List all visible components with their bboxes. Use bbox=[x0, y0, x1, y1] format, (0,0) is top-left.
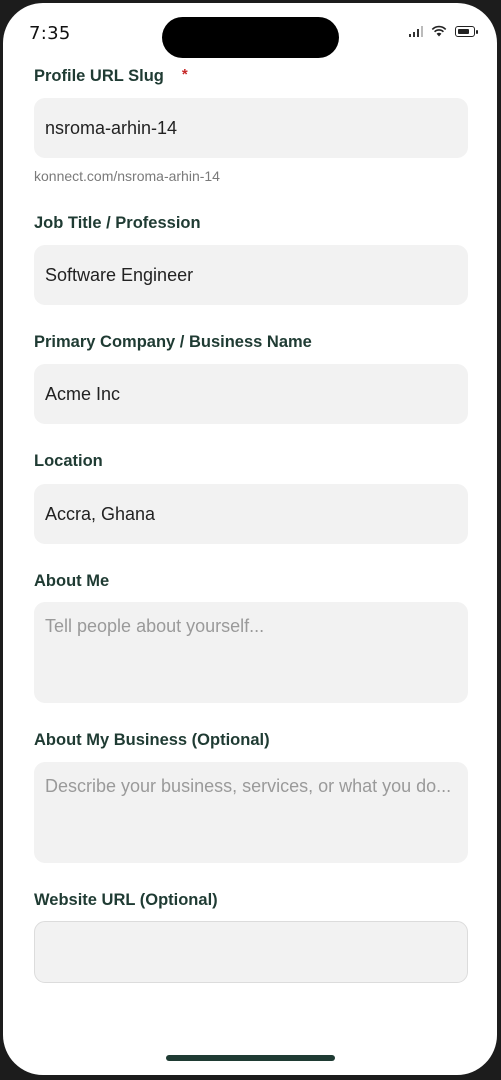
job-title-input[interactable]: Software Engineer bbox=[34, 245, 468, 305]
website-label: Website URL (Optional) bbox=[34, 891, 218, 909]
profile-slug-label: Profile URL Slug * bbox=[34, 66, 188, 86]
about-business-label: About My Business (Optional) bbox=[34, 731, 270, 749]
website-input[interactable] bbox=[34, 921, 468, 983]
wifi-icon bbox=[431, 25, 447, 37]
required-marker: * bbox=[181, 66, 188, 83]
status-icons bbox=[409, 25, 478, 37]
location-input[interactable]: Accra, Ghana bbox=[34, 484, 468, 544]
about-me-label: About Me bbox=[34, 572, 110, 590]
job-title-label: Job Title / Profession bbox=[34, 214, 201, 232]
company-input[interactable]: Acme Inc bbox=[34, 364, 468, 424]
battery-icon bbox=[455, 25, 478, 37]
company-label: Primary Company / Business Name bbox=[34, 333, 312, 351]
phone-screen: 7:35 Profile URL Slug * nsroma-arhin-14 k… bbox=[3, 3, 497, 1075]
profile-slug-label-text: Profile URL Slug bbox=[34, 67, 164, 85]
profile-slug-hint: konnect.com/nsroma-arhin-14 bbox=[34, 168, 220, 184]
location-label: Location bbox=[34, 452, 103, 470]
dynamic-island bbox=[162, 17, 339, 58]
status-time: 7:35 bbox=[29, 23, 71, 44]
home-indicator[interactable] bbox=[166, 1055, 335, 1061]
about-me-textarea[interactable]: Tell people about yourself... bbox=[34, 602, 468, 703]
signal-icon bbox=[409, 25, 423, 37]
about-business-textarea[interactable]: Describe your business, services, or wha… bbox=[34, 762, 468, 863]
profile-slug-input[interactable]: nsroma-arhin-14 bbox=[34, 98, 468, 158]
